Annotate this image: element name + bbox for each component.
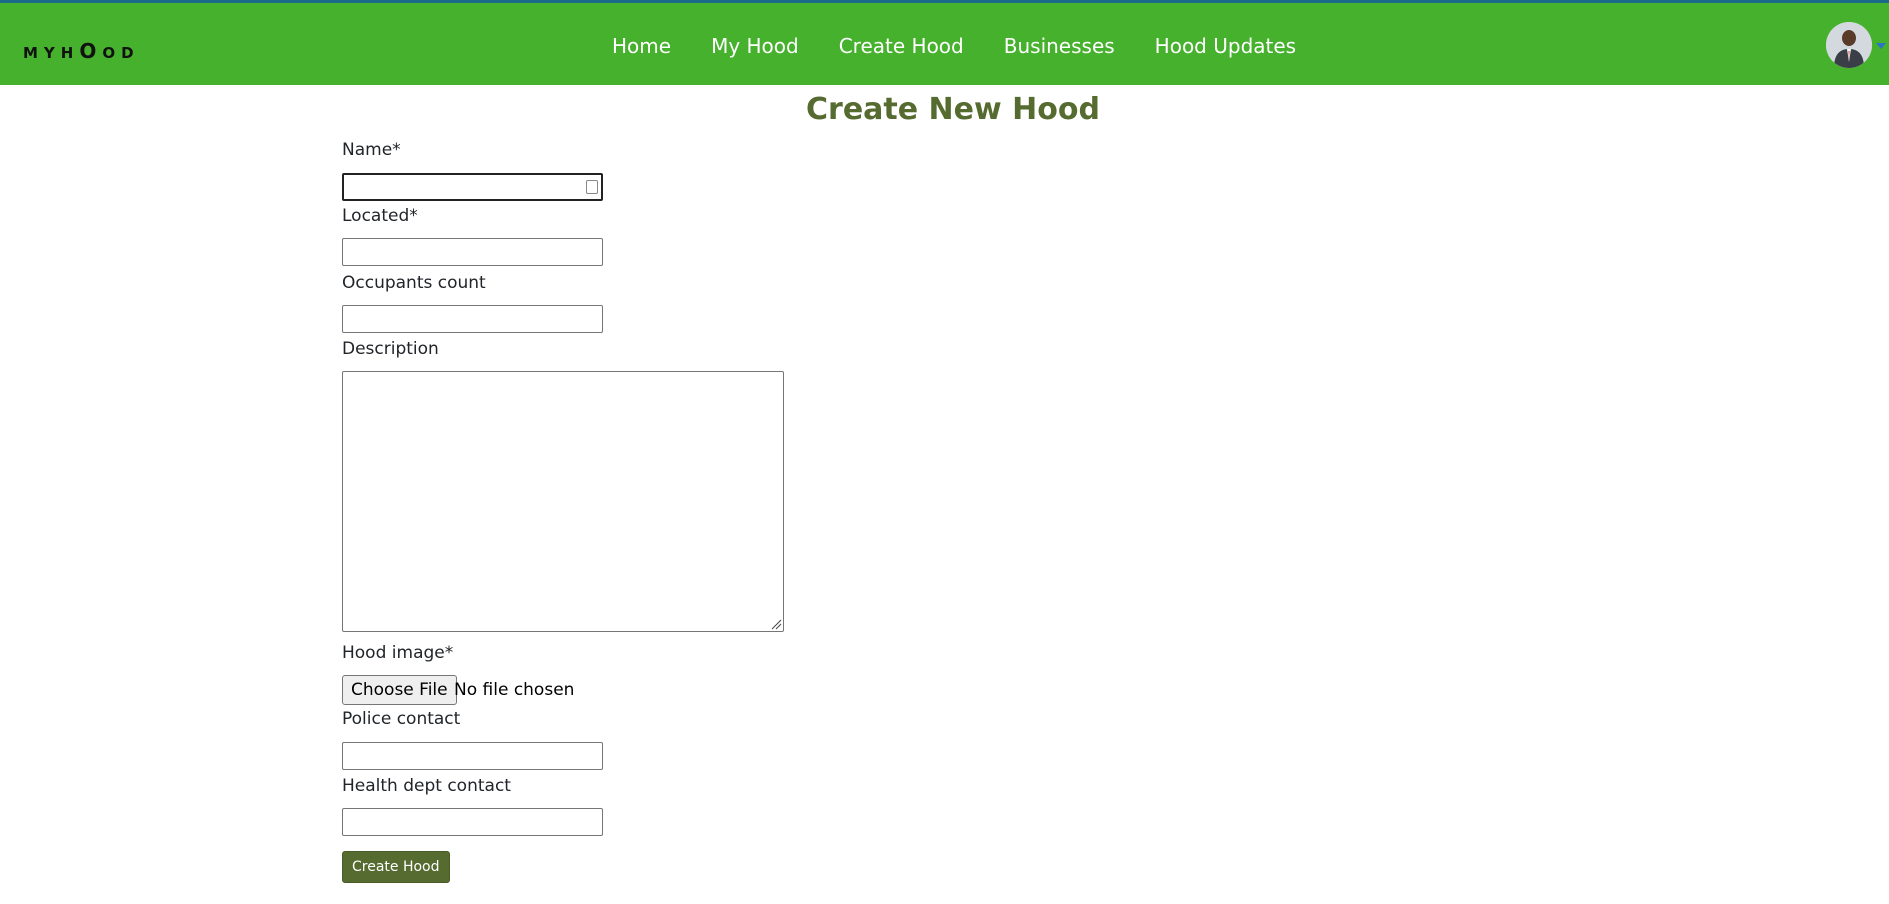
name-label: Name* — [342, 140, 401, 160]
located-field[interactable] — [342, 238, 603, 266]
name-field[interactable] — [342, 173, 603, 201]
description-field[interactable] — [342, 371, 784, 632]
located-label: Located* — [342, 206, 418, 226]
health-contact-label: Health dept contact — [342, 776, 511, 796]
choose-file-button[interactable]: Choose File — [342, 675, 457, 705]
occupants-field[interactable] — [342, 305, 603, 333]
user-avatar-icon — [1826, 22, 1872, 68]
navbar: MYHOOD Home My Hood Create Hood Business… — [0, 3, 1889, 85]
brand-logo[interactable]: MYHOOD — [23, 41, 140, 63]
chevron-down-icon[interactable] — [1876, 43, 1886, 49]
nav-link-hood-updates[interactable]: Hood Updates — [1155, 31, 1296, 61]
resize-handle-icon[interactable] — [770, 618, 782, 630]
nav-link-home[interactable]: Home — [612, 31, 671, 61]
nav-link-create-hood[interactable]: Create Hood — [839, 31, 964, 61]
health-contact-field[interactable] — [342, 808, 603, 836]
file-status-text: No file chosen — [454, 680, 575, 700]
nav-links: Home My Hood Create Hood Businesses Hood… — [612, 31, 1296, 61]
contact-card-icon[interactable] — [586, 180, 598, 194]
page-title: Create New Hood — [806, 92, 1100, 127]
occupants-label: Occupants count — [342, 273, 486, 293]
nav-link-businesses[interactable]: Businesses — [1004, 31, 1115, 61]
description-label: Description — [342, 339, 439, 359]
nav-link-my-hood[interactable]: My Hood — [711, 31, 799, 61]
hood-image-label: Hood image* — [342, 643, 454, 663]
police-contact-label: Police contact — [342, 709, 461, 729]
avatar[interactable] — [1826, 22, 1872, 68]
police-contact-field[interactable] — [342, 742, 603, 770]
create-hood-button[interactable]: Create Hood — [342, 851, 450, 883]
